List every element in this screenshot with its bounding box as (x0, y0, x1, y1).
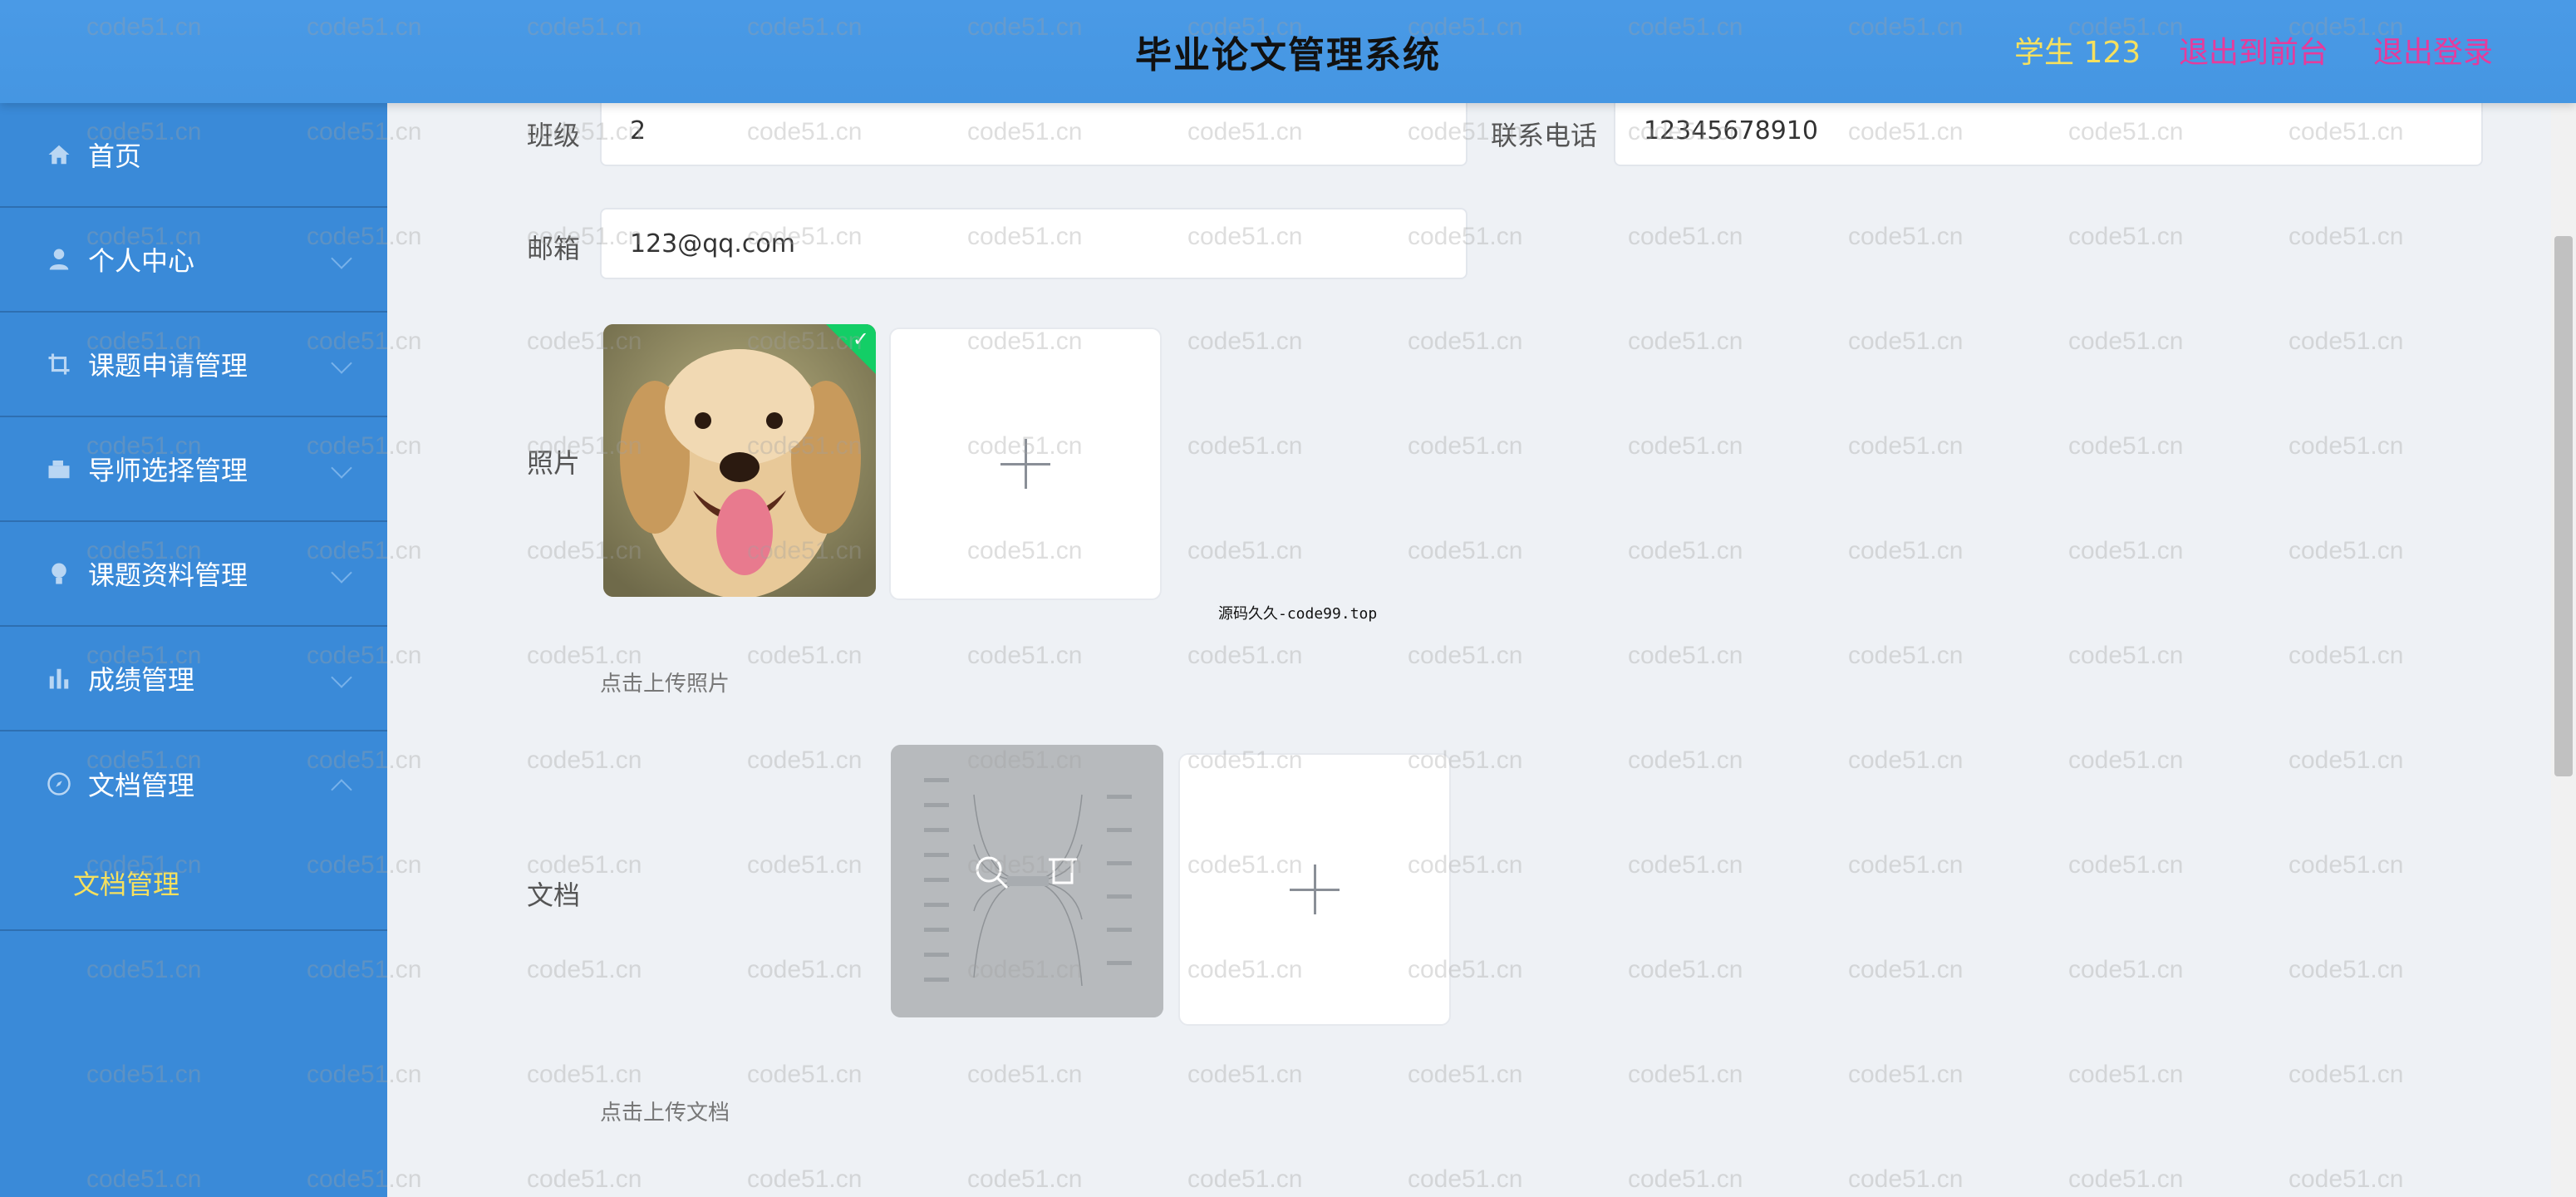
class-label: 班级 (527, 120, 581, 151)
top-header: 毕业论文管理系统 学生 123 退出到前台 退出登录 (0, 0, 2576, 103)
user-icon (49, 249, 69, 270)
sidebar-item-label: 成绩管理 (88, 664, 195, 696)
sidebar-item-label: 课题资料管理 (88, 559, 248, 591)
sidebar-item-grades[interactable]: 成绩管理 (0, 627, 387, 732)
chevron-down-icon (331, 457, 352, 479)
sidebar-item-label: 首页 (88, 140, 142, 172)
document-upload-button[interactable] (1178, 753, 1451, 1026)
sidebar-item-label: 个人中心 (88, 245, 195, 277)
bulb-icon (52, 563, 66, 584)
sidebar-item-home[interactable]: 首页 (0, 103, 387, 208)
sidebar-item-topic-materials[interactable]: 课题资料管理 (0, 522, 387, 627)
email-label: 邮箱 (527, 233, 581, 264)
scrollbar-thumb[interactable] (2554, 236, 2573, 776)
form-panel: 班级 2 联系电话 12345678910 邮箱 123@qq.com 照片 ✓… (434, 95, 2576, 1197)
chevron-down-icon (331, 352, 352, 374)
document-thumbnail[interactable] (891, 745, 1163, 1017)
sidebar-item-label: 导师选择管理 (88, 455, 248, 486)
center-watermark: 源码久久-code99.top (1218, 605, 1378, 623)
phone-label: 联系电话 (1491, 120, 1598, 151)
home-icon (48, 145, 70, 165)
sidebar: 首页 个人中心 课题申请管理 导师选择管理 课题资料管理 成绩管理 文档管理 文… (0, 103, 387, 1197)
sidebar-item-personal-center[interactable]: 个人中心 (0, 208, 387, 313)
chevron-down-icon (331, 562, 352, 584)
vertical-scrollbar[interactable] (2551, 103, 2576, 1197)
compass-icon (47, 772, 71, 796)
check-icon: ✓ (852, 328, 869, 351)
plus-icon (1290, 864, 1340, 914)
photo-label: 照片 (527, 447, 581, 479)
sidebar-item-advisor-selection[interactable]: 导师选择管理 (0, 417, 387, 522)
photo-upload-tip: 点击上传照片 (600, 672, 730, 697)
sidebar-item-topic-application[interactable]: 课题申请管理 (0, 313, 387, 417)
logout-link[interactable]: 退出登录 (2373, 28, 2493, 71)
back-to-frontend-link[interactable]: 退出到前台 (2179, 28, 2328, 71)
plus-icon (1000, 439, 1050, 489)
phone-input[interactable]: 12345678910 (1614, 95, 2483, 166)
photo-upload-button[interactable] (889, 328, 1162, 600)
crop-icon (48, 353, 70, 375)
chevron-down-icon (331, 248, 352, 269)
current-user: 学生 123 (2014, 36, 2141, 70)
sidebar-item-documents[interactable]: 文档管理 (0, 732, 387, 836)
main-content: 班级 2 联系电话 12345678910 邮箱 123@qq.com 照片 ✓… (387, 95, 2576, 1197)
email-input[interactable]: 123@qq.com (600, 208, 1467, 279)
box-icon (48, 461, 70, 479)
document-label: 文档 (527, 879, 581, 911)
sidebar-item-label: 文档管理 (88, 770, 195, 801)
chevron-up-icon (331, 779, 352, 800)
submenu-item-documents[interactable]: 文档管理 (0, 836, 387, 931)
chevron-down-icon (331, 667, 352, 688)
mindmap-preview (891, 745, 1163, 1017)
class-input[interactable]: 2 (600, 95, 1467, 166)
sidebar-item-label: 课题申请管理 (88, 350, 248, 382)
document-upload-tip: 点击上传文档 (600, 1101, 730, 1126)
bar-chart-icon (49, 668, 69, 689)
photo-thumbnail[interactable]: ✓ (603, 324, 876, 597)
